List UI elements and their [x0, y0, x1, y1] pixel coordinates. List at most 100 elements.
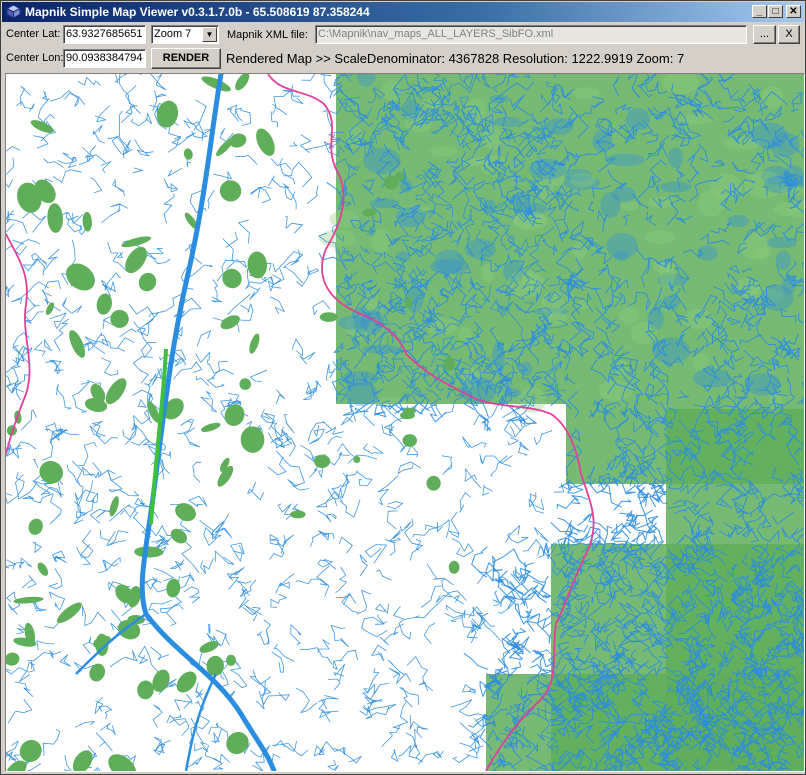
forest-patch [620, 201, 639, 211]
river-line [423, 622, 435, 645]
forest-patch [110, 309, 129, 328]
river-line [163, 193, 175, 224]
forest-patch [751, 122, 788, 149]
center-lon-input[interactable]: 90.0938384794 [63, 49, 146, 68]
river-line [507, 437, 519, 446]
forest-patch [619, 307, 640, 324]
river-line [187, 756, 203, 768]
river-line [42, 90, 48, 101]
map-view[interactable] [5, 73, 805, 772]
river-line [299, 352, 316, 365]
river-line [101, 357, 119, 376]
river-line [359, 554, 368, 577]
river-line [6, 146, 21, 152]
chevron-down-icon[interactable]: ▼ [202, 27, 217, 42]
river-line [107, 469, 123, 493]
minimize-button[interactable]: _ [752, 5, 767, 18]
river-line [376, 569, 392, 581]
river-line [356, 471, 373, 487]
zoom-select[interactable]: Zoom 7 ▼ [151, 25, 219, 44]
river-line [463, 652, 489, 670]
river-line [263, 412, 284, 437]
river-line [307, 422, 325, 442]
river-line [392, 701, 408, 729]
river-line [235, 107, 251, 126]
forest-patch [683, 308, 714, 330]
river-line [196, 330, 211, 347]
river-line [398, 619, 412, 640]
river-line [556, 497, 581, 510]
map-canvas[interactable] [6, 74, 804, 771]
forest-patch [405, 296, 413, 309]
river-line [459, 492, 471, 513]
forest-patch [459, 326, 473, 344]
river-line [84, 336, 106, 354]
forest-patch [125, 246, 147, 274]
river-line [56, 383, 72, 410]
forest-patch [403, 407, 416, 415]
maximize-button[interactable]: □ [768, 5, 783, 18]
river-line [14, 681, 34, 697]
river-line [150, 646, 170, 661]
river-line [338, 536, 353, 554]
river-line [341, 470, 358, 488]
forest-patch [226, 732, 249, 755]
forest-patch [156, 100, 179, 128]
river-line [31, 253, 48, 266]
river-line [92, 124, 105, 144]
window-title: Mapnik Simple Map Viewer v0.3.1.7.0b - 6… [25, 5, 370, 19]
river-line [249, 369, 268, 382]
river-line [48, 568, 63, 590]
forest-patch [235, 74, 250, 91]
river-line [190, 714, 210, 730]
title-bar[interactable]: Mapnik Simple Map Viewer v0.3.1.7.0b - 6… [2, 2, 804, 22]
river-line [388, 667, 411, 684]
river-line [6, 284, 15, 298]
forest-patch [369, 198, 400, 209]
river-line [492, 548, 534, 568]
river-line [399, 521, 412, 532]
forest-patch [39, 461, 64, 484]
forest-patch [13, 596, 44, 604]
river-line [448, 511, 460, 538]
river-line [347, 454, 378, 464]
river-line [99, 74, 126, 83]
river-line [183, 586, 201, 604]
river-line [512, 627, 526, 635]
app-window: Mapnik Simple Map Viewer v0.3.1.7.0b - 6… [0, 0, 806, 775]
center-lat-input[interactable]: 63.9327685651 [63, 25, 146, 44]
forest-patch [82, 211, 92, 232]
clear-button[interactable]: X [778, 25, 800, 44]
river-line [271, 651, 284, 673]
river-line [203, 520, 225, 546]
status-text: Rendered Map >> ScaleDenominator: 436782… [226, 51, 685, 66]
xml-file-input[interactable]: C:\Mapnik\nav_maps_ALL_LAYERS_SibFO.xml [315, 25, 747, 44]
river-line [32, 541, 42, 553]
river-line [82, 466, 100, 479]
forest-patch [226, 654, 236, 666]
forest-patch [429, 146, 458, 157]
river-line [404, 518, 423, 561]
close-button[interactable]: ✕ [786, 5, 801, 18]
forest-patch [134, 546, 164, 558]
river-line [214, 513, 233, 539]
river-line [252, 669, 272, 696]
render-button[interactable]: RENDER [151, 48, 221, 69]
forest-patch [239, 378, 252, 390]
river-line [330, 624, 349, 648]
river-line [277, 503, 295, 520]
river-line [36, 640, 55, 651]
river-line [361, 616, 388, 638]
river-line [173, 349, 187, 367]
river-line [89, 509, 112, 524]
river-line [22, 211, 47, 233]
river-line [111, 110, 123, 155]
river-line [16, 101, 35, 112]
river-line [99, 529, 116, 546]
river-line [144, 373, 157, 386]
browse-button[interactable]: ... [753, 25, 776, 44]
river-line [134, 139, 154, 157]
forest-patch [249, 333, 260, 354]
river-line [274, 740, 297, 752]
river-line [417, 750, 444, 765]
